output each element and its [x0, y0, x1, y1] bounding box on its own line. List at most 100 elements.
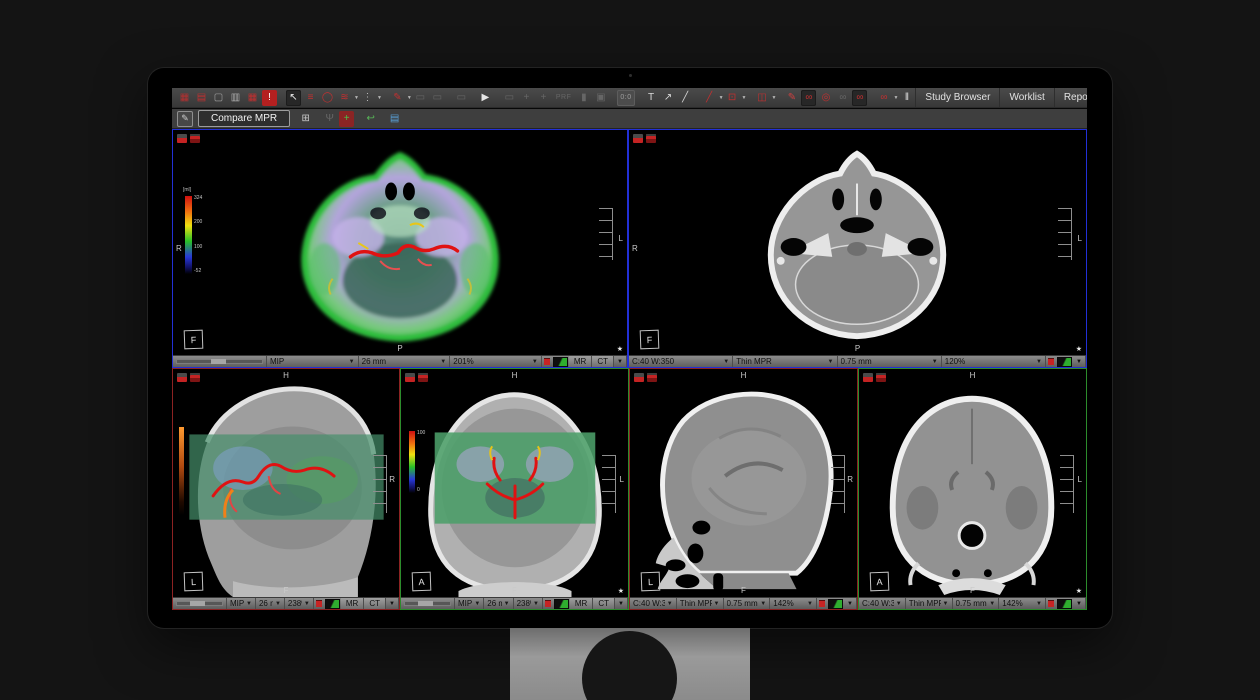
- slab-thickness-dropdown[interactable]: 0.75 mm▼: [953, 598, 1000, 609]
- rendering-mode-dropdown[interactable]: MIP▼: [227, 598, 256, 609]
- series-flag-icon[interactable]: [863, 373, 873, 382]
- slab-thickness-dropdown-caret[interactable]: ▼: [504, 601, 510, 607]
- slab-thickness-dropdown[interactable]: 26 mm▼: [256, 598, 285, 609]
- slab-thickness-dropdown[interactable]: 26 mm▼: [484, 598, 513, 609]
- viewport-menu-arrow[interactable]: ▼: [615, 598, 628, 609]
- shutter-icon[interactable]: ‖: [899, 90, 914, 106]
- window-preset-dropdown-caret[interactable]: ▼: [723, 359, 729, 365]
- viewport-fused-coronal[interactable]: 1000 H L F A ★ MIP▼26 mm▼238%▼MRCT▼: [400, 368, 629, 610]
- zoom-dropdown[interactable]: 238%▼: [285, 598, 314, 609]
- ct-layer-button[interactable]: CT: [593, 598, 615, 609]
- menu-worklist[interactable]: Worklist: [999, 88, 1053, 107]
- slab-thickness-dropdown-caret[interactable]: ▼: [275, 601, 281, 607]
- angle-tool-icon-caret[interactable]: ▼: [407, 95, 412, 101]
- save-image-icon[interactable]: ▢: [211, 90, 226, 106]
- mr-layer-button[interactable]: MR: [570, 598, 593, 609]
- snapshot-camera-icon-caret[interactable]: ▼: [742, 95, 747, 101]
- series-flag-icon[interactable]: [418, 373, 428, 382]
- zoom-dropdown-caret[interactable]: ▼: [304, 601, 310, 607]
- favorite-star-icon[interactable]: ★: [1076, 587, 1082, 595]
- viewport-fused-axial[interactable]: [ml] 324200100-52 R L P F ★ MIP▼26 mm▼20…: [172, 129, 628, 368]
- zoom-dropdown[interactable]: 201%▼: [450, 356, 542, 367]
- viewport-menu-arrow[interactable]: ▼: [386, 598, 399, 609]
- rendering-mode-dropdown[interactable]: Thin MPR▼: [733, 356, 837, 367]
- copy-viewport-icon-caret[interactable]: ▼: [772, 95, 777, 101]
- zoom-dropdown[interactable]: 142%▼: [999, 598, 1046, 609]
- series-flag-icon[interactable]: [190, 373, 200, 382]
- alert-flag-icon[interactable]: !: [262, 90, 277, 106]
- edit-protocol-icon[interactable]: ✎: [177, 111, 193, 127]
- ct-layer-button[interactable]: CT: [364, 598, 386, 609]
- tile-count-icon[interactable]: 0:0: [617, 90, 634, 106]
- series-flag-icon[interactable]: [876, 373, 886, 382]
- slice-slider[interactable]: [401, 598, 455, 609]
- window-preset-dropdown-caret[interactable]: ▼: [896, 601, 902, 607]
- link-all-icon[interactable]: ∞: [852, 90, 867, 106]
- series-flag-icon[interactable]: [177, 134, 187, 143]
- favorite-star-icon[interactable]: ★: [1076, 345, 1082, 353]
- fusion-overlay-icon[interactable]: ◎: [818, 90, 833, 106]
- link-options-icon-caret[interactable]: ▼: [893, 95, 898, 101]
- rendering-mode-dropdown[interactable]: Thin MPR▼: [906, 598, 953, 609]
- window-preset-dropdown[interactable]: C:40 W:350▼: [629, 356, 733, 367]
- spine-labeling-icon[interactable]: ≡: [303, 90, 318, 106]
- ruler-tool-icon[interactable]: ╱: [702, 90, 717, 106]
- viewport-menu-arrow[interactable]: ▼: [1073, 356, 1086, 367]
- snapshot-camera-icon[interactable]: ⊡: [725, 90, 740, 106]
- compare-mpr-button[interactable]: Compare MPR: [198, 110, 290, 127]
- preset-indicator-icon[interactable]: [1048, 358, 1054, 365]
- roi-ellipse-icon[interactable]: ◯: [320, 90, 335, 106]
- key-image-add-icon[interactable]: +: [339, 111, 354, 127]
- series-flag-icon[interactable]: [177, 373, 187, 382]
- series-flag-icon[interactable]: [646, 134, 656, 143]
- zoom-dropdown-caret[interactable]: ▼: [1036, 601, 1042, 607]
- link-options-icon[interactable]: ∞: [876, 90, 891, 106]
- ruler-tool-icon-caret[interactable]: ▼: [719, 95, 724, 101]
- series-flag-icon[interactable]: [405, 373, 415, 382]
- slider-thumb[interactable]: [418, 601, 433, 606]
- rendering-mode-dropdown-caret[interactable]: ▼: [828, 359, 834, 365]
- mr-layer-button[interactable]: MR: [569, 356, 592, 367]
- slider-thumb[interactable]: [211, 359, 226, 364]
- stack-layout-icon-caret[interactable]: ▼: [377, 95, 382, 101]
- link-series-icon[interactable]: ∞: [801, 90, 816, 106]
- slider-thumb[interactable]: [190, 601, 205, 606]
- slab-thickness-dropdown-caret[interactable]: ▼: [989, 601, 995, 607]
- slab-thickness-dropdown[interactable]: 26 mm▼: [359, 356, 451, 367]
- arrow-annotation-icon[interactable]: ↗: [661, 90, 676, 106]
- series-flag-icon[interactable]: [633, 134, 643, 143]
- zoom-dropdown-caret[interactable]: ▼: [533, 601, 539, 607]
- menu-study-browser[interactable]: Study Browser: [915, 88, 999, 107]
- viewport-ct-sagittal[interactable]: H R F L C:40 W:350▼Thin MPR▼0.75 mm▼142%…: [629, 368, 858, 610]
- copy-viewport-icon[interactable]: ◫: [755, 90, 770, 106]
- window-level-icon[interactable]: [555, 600, 568, 608]
- zoom-dropdown-caret[interactable]: ▼: [807, 601, 813, 607]
- revert-layout-icon[interactable]: ↩: [363, 111, 378, 127]
- window-level-icon[interactable]: [326, 600, 339, 608]
- pointer-tool-icon[interactable]: ↖: [286, 90, 301, 106]
- zoom-dropdown[interactable]: 142%▼: [770, 598, 817, 609]
- zoom-dropdown[interactable]: 238%▼: [514, 598, 543, 609]
- zoom-dropdown[interactable]: 120%▼: [942, 356, 1046, 367]
- layout-grid-icon[interactable]: ▦: [177, 90, 192, 106]
- window-level-icon[interactable]: [554, 358, 567, 366]
- open-study-icon[interactable]: ▤: [194, 90, 209, 106]
- rendering-mode-dropdown[interactable]: MIP▼: [267, 356, 359, 367]
- open-report-icon[interactable]: ▤: [387, 111, 402, 127]
- preset-indicator-icon[interactable]: [316, 600, 322, 607]
- window-level-icon[interactable]: [1058, 358, 1071, 366]
- cine-play-icon[interactable]: ▶: [478, 90, 493, 106]
- viewport-ct-coronal[interactable]: H L F A ★ C:40 W:350▼Thin MPR▼0.75 mm▼14…: [858, 368, 1087, 610]
- favorite-star-icon[interactable]: ★: [618, 587, 624, 595]
- rendering-mode-dropdown[interactable]: MIP▼: [455, 598, 484, 609]
- favorite-star-icon[interactable]: ★: [617, 345, 623, 353]
- slab-thickness-dropdown[interactable]: 0.75 mm▼: [724, 598, 771, 609]
- freehand-line-icon[interactable]: ╱: [678, 90, 693, 106]
- zoom-dropdown-caret[interactable]: ▼: [1036, 359, 1042, 365]
- film-series-icon[interactable]: ▦: [245, 90, 260, 106]
- preset-indicator-icon[interactable]: [819, 600, 825, 607]
- preset-indicator-icon[interactable]: [545, 600, 551, 607]
- rendering-mode-dropdown-caret[interactable]: ▼: [349, 359, 355, 365]
- preset-indicator-icon[interactable]: [544, 358, 550, 365]
- label-series-icon[interactable]: ≋: [337, 90, 352, 106]
